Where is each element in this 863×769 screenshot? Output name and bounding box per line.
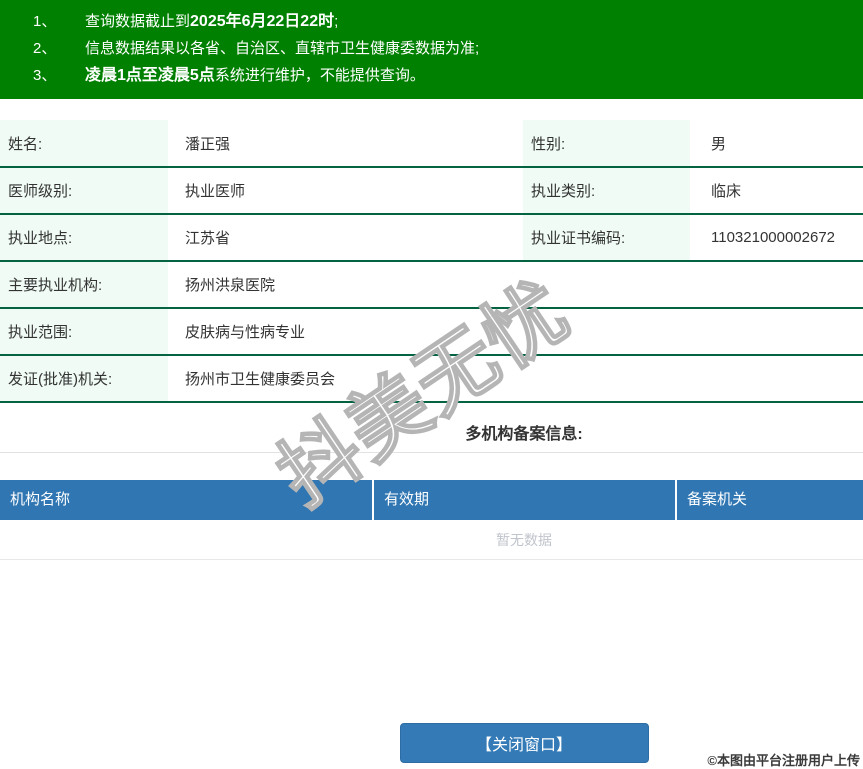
table-row: 主要执业机构: 扬州洪泉医院 — [0, 261, 863, 309]
column-header-record-authority: 备案机关 — [675, 480, 863, 520]
table-row: 发证(批准)机关: 扬州市卫生健康委员会 — [0, 355, 863, 403]
upload-attribution-watermark: ©本图由平台注册用户上传 — [707, 753, 860, 768]
field-value-name: 潘正强 — [168, 120, 523, 168]
notice-line-2: 2、 信息数据结果以各省、自治区、直辖市卫生健康委数据为准; — [0, 35, 863, 62]
field-label-certificate-no: 执业证书编码: — [523, 214, 690, 262]
field-value-issuing-authority: 扬州市卫生健康委员会 — [168, 355, 523, 403]
field-label-name: 姓名: — [0, 120, 168, 168]
field-label-gender: 性别: — [523, 120, 690, 168]
table-row: 执业范围: 皮肤病与性病专业 — [0, 308, 863, 356]
notice-number: 2、 — [33, 40, 57, 57]
field-value-practice-type: 临床 — [690, 167, 863, 215]
field-label-issuing-authority: 发证(批准)机关: — [0, 355, 168, 403]
empty-cell — [523, 261, 690, 309]
notice-line-1: 1、 查询数据截止到2025年6月22日22时; — [0, 8, 863, 35]
field-label-doctor-level: 医师级别: — [0, 167, 168, 215]
field-label-practice-scope: 执业范围: — [0, 308, 168, 356]
notice-text: 查询数据截止到 — [85, 13, 191, 30]
column-header-institution-name: 机构名称 — [10, 491, 71, 508]
notice-text: ; — [334, 13, 339, 30]
records-empty-state: 暂无数据 — [0, 520, 863, 560]
table-row: 执业地点: 江苏省 执业证书编码: 110321000002672 — [0, 214, 863, 262]
column-header-validity-period: 有效期 — [372, 480, 675, 520]
empty-cell — [690, 308, 863, 356]
table-row: 医师级别: 执业医师 执业类别: 临床 — [0, 167, 863, 215]
field-value-main-institution: 扬州洪泉医院 — [168, 261, 523, 309]
notice-banner: 1、 查询数据截止到2025年6月22日22时; 2、 信息数据结果以各省、自治区、… — [0, 0, 863, 99]
table-row: 姓名: 潘正强 性别: 男 — [0, 120, 863, 168]
field-value-practice-scope: 皮肤病与性病专业 — [168, 308, 523, 356]
notice-text: 系统进行维护，不能提供查询。 — [214, 67, 425, 84]
field-label-practice-type: 执业类别: — [523, 167, 690, 215]
notice-text: 信息数据结果以各省、自治区、直辖市卫生健康委数据为准; — [85, 40, 480, 57]
field-label-practice-place: 执业地点: — [0, 214, 168, 262]
doctor-info-table: 姓名: 潘正强 性别: 男 医师级别: 执业医师 执业类别: 临床 执业地点: … — [0, 120, 863, 403]
field-label-main-institution: 主要执业机构: — [0, 261, 168, 309]
close-window-button[interactable]: 【关闭窗口】 — [399, 723, 649, 763]
records-table-header: 机构名称 有效期 备案机关 — [0, 480, 863, 520]
query-result-page: 1、 查询数据截止到2025年6月22日22时; 2、 信息数据结果以各省、自治区、… — [0, 0, 863, 763]
notice-number: 1、 — [33, 13, 57, 30]
field-value-doctor-level: 执业医师 — [168, 167, 523, 215]
notice-number: 3、 — [33, 67, 57, 84]
empty-cell — [690, 355, 863, 403]
field-value-practice-place: 江苏省 — [168, 214, 523, 262]
notice-line-3: 3、 凌晨1点至凌晨5点系统进行维护，不能提供查询。 — [0, 62, 863, 89]
field-value-gender: 男 — [690, 120, 863, 168]
notice-text-bold: 2025年6月22日22时 — [190, 13, 335, 30]
notice-text-bold: 凌晨1点至凌晨5点 — [85, 67, 215, 84]
field-value-certificate-no: 110321000002672 — [690, 214, 863, 262]
empty-cell — [690, 261, 863, 309]
empty-cell — [523, 355, 690, 403]
multi-institution-section-title: 多机构备案信息: — [0, 403, 863, 453]
empty-cell — [523, 308, 690, 356]
